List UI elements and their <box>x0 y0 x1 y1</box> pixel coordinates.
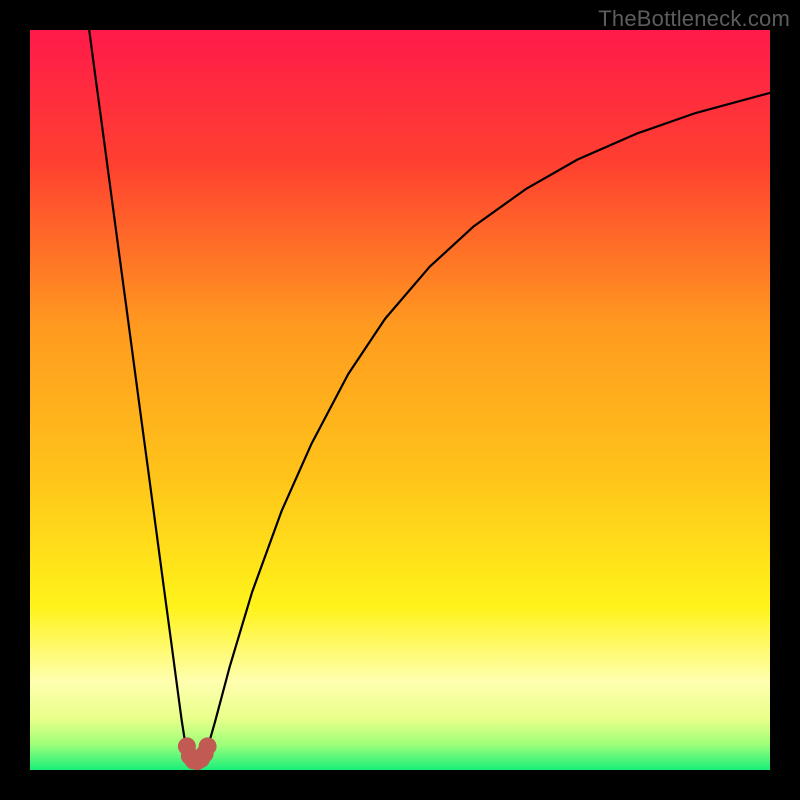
plot-area <box>30 30 770 770</box>
chart-frame: TheBottleneck.com <box>0 0 800 800</box>
valley-marker <box>199 737 217 755</box>
chart-svg <box>30 30 770 770</box>
gradient-background <box>30 30 770 770</box>
watermark-text: TheBottleneck.com <box>598 6 790 32</box>
